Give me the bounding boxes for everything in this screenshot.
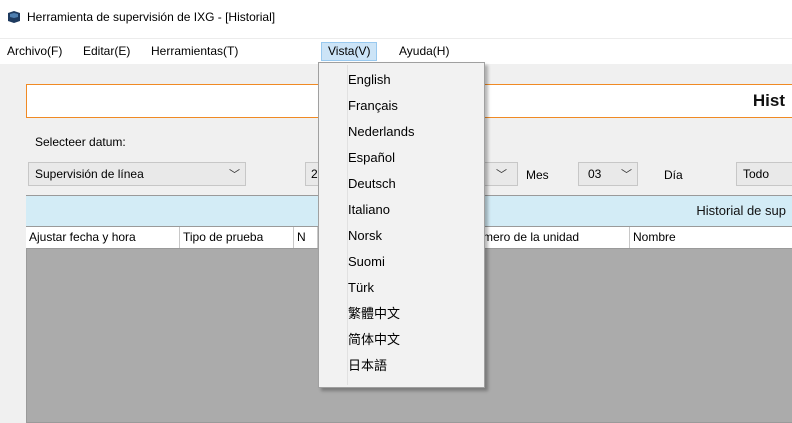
- language-option-finnish[interactable]: Suomi: [348, 249, 385, 275]
- day-value: Todo: [743, 167, 770, 181]
- day-label: Día: [664, 168, 683, 182]
- column-header-number[interactable]: N: [294, 227, 318, 248]
- select-date-label: Selecteer datum:: [35, 135, 126, 149]
- language-option-traditional-chinese[interactable]: 繁體中文: [348, 301, 400, 327]
- grid-caption-text: Historial de sup: [696, 203, 786, 218]
- month-label: Mes: [526, 168, 549, 182]
- language-option-dutch[interactable]: Nederlands: [348, 119, 415, 145]
- column-header-unit-number[interactable]: mero de la unidad: [482, 227, 630, 248]
- chevron-down-icon: ﹀: [496, 169, 507, 181]
- menu-bar: Archivo(F) Editar(E) Herramientas(T) Vis…: [0, 38, 792, 63]
- month-select[interactable]: 03 ﹀: [578, 162, 638, 186]
- language-option-french[interactable]: Français: [348, 93, 398, 119]
- app-icon: [8, 11, 20, 23]
- language-option-italian[interactable]: Italiano: [348, 197, 390, 223]
- month-value: 03: [588, 167, 602, 181]
- column-header-name[interactable]: Nombre: [630, 227, 792, 248]
- menu-archivo[interactable]: Archivo(F): [1, 42, 68, 61]
- language-option-japanese[interactable]: 日本語: [348, 353, 387, 379]
- language-option-spanish[interactable]: Español: [348, 145, 395, 171]
- menu-herramientas[interactable]: Herramientas(T): [145, 42, 244, 61]
- day-select[interactable]: Todo: [736, 162, 792, 186]
- chevron-down-icon: ﹀: [229, 169, 240, 181]
- language-option-simplified-chinese[interactable]: 简体中文: [348, 327, 400, 353]
- language-option-turkish[interactable]: Türk: [348, 275, 374, 301]
- page-title: Hist: [752, 91, 785, 110]
- year-value: 2: [311, 167, 318, 181]
- supervision-type-select[interactable]: Supervisión de línea ﹀: [28, 162, 246, 186]
- language-menu: English Français Nederlands Español Deut…: [318, 62, 485, 388]
- column-header-datetime[interactable]: Ajustar fecha y hora: [26, 227, 180, 248]
- menu-editar[interactable]: Editar(E): [77, 42, 136, 61]
- window-title: Herramienta de supervisión de IXG - [His…: [27, 10, 276, 24]
- title-bar: Herramienta de supervisión de IXG - [His…: [0, 0, 792, 34]
- menu-vista[interactable]: Vista(V): [321, 42, 378, 61]
- menu-ayuda[interactable]: Ayuda(H): [393, 42, 455, 61]
- language-option-english[interactable]: English: [348, 67, 391, 93]
- language-option-norwegian[interactable]: Norsk: [348, 223, 382, 249]
- supervision-type-value: Supervisión de línea: [35, 167, 144, 181]
- chevron-down-icon: ﹀: [621, 169, 632, 181]
- language-option-german[interactable]: Deutsch: [348, 171, 396, 197]
- column-header-test-type[interactable]: Tipo de prueba: [180, 227, 294, 248]
- year-select[interactable]: 2: [305, 162, 319, 186]
- year-select-tail[interactable]: ﹀: [485, 162, 518, 186]
